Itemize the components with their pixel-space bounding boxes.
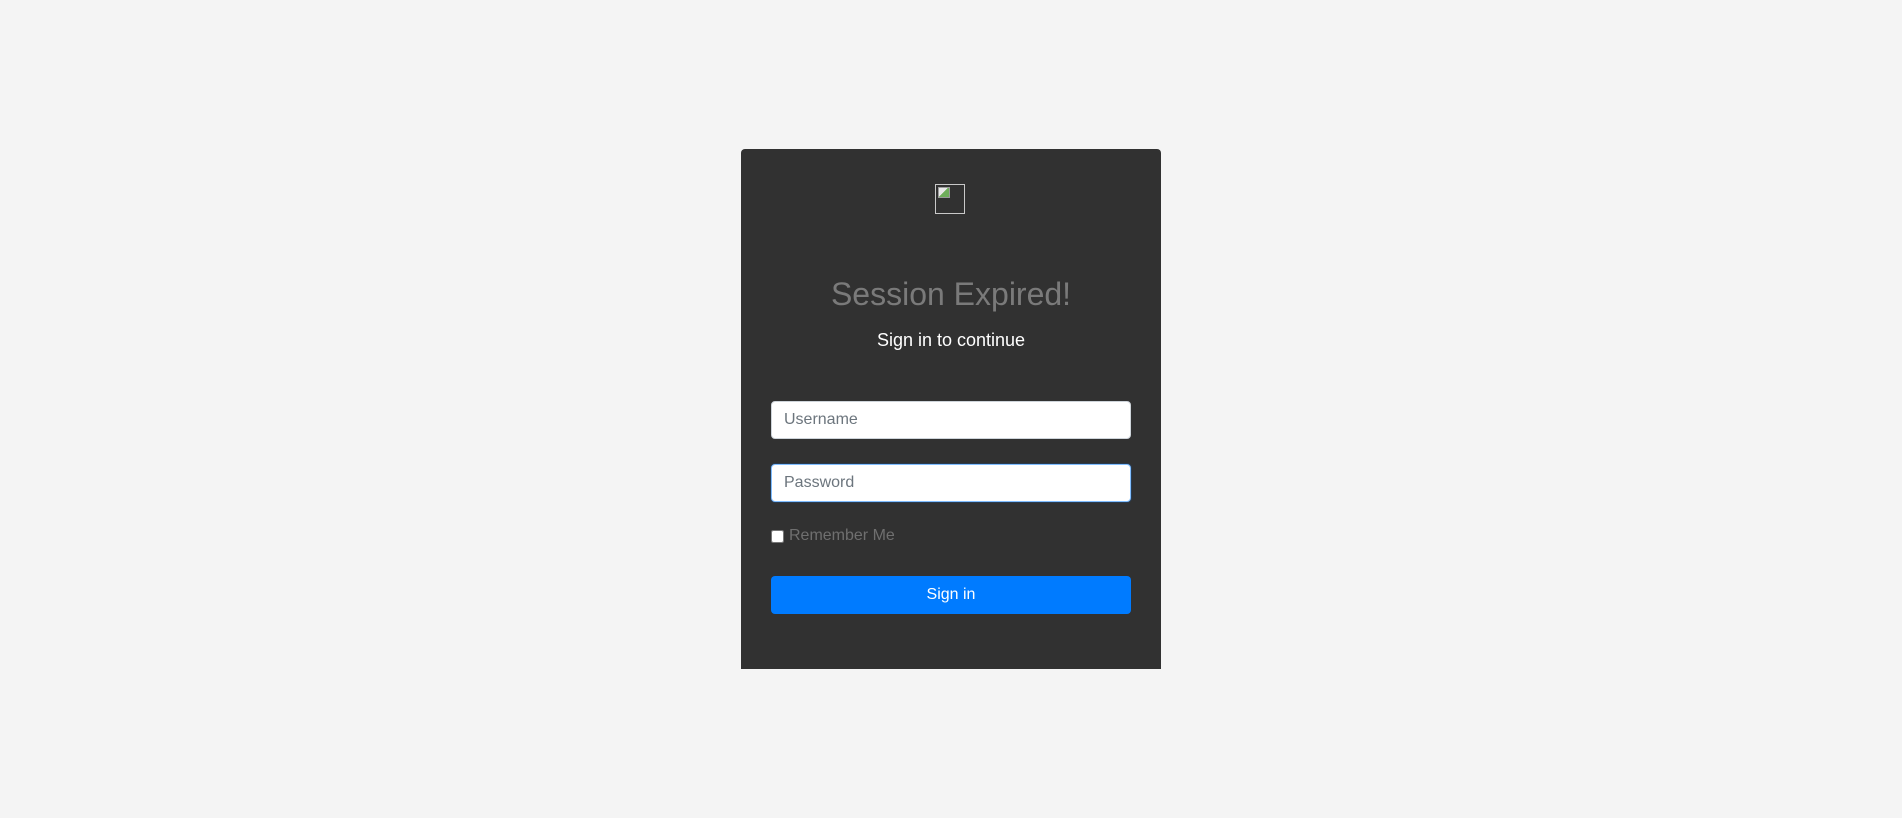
remember-me-checkbox[interactable] — [771, 529, 784, 543]
password-input[interactable] — [771, 464, 1131, 502]
sign-in-button[interactable]: Sign in — [771, 576, 1131, 614]
username-input[interactable] — [771, 401, 1131, 439]
login-card: Session Expired! Sign in to continue Rem… — [741, 149, 1161, 669]
broken-image-icon — [938, 187, 950, 198]
remember-me-option[interactable]: Remember Me — [771, 526, 895, 546]
page-title: Session Expired! — [830, 276, 1072, 312]
logo-image — [935, 184, 965, 214]
login-page: Session Expired! Sign in to continue Rem… — [0, 0, 1902, 818]
page-subtitle: Sign in to continue — [876, 330, 1026, 350]
remember-me-label: Remember Me — [789, 527, 895, 544]
